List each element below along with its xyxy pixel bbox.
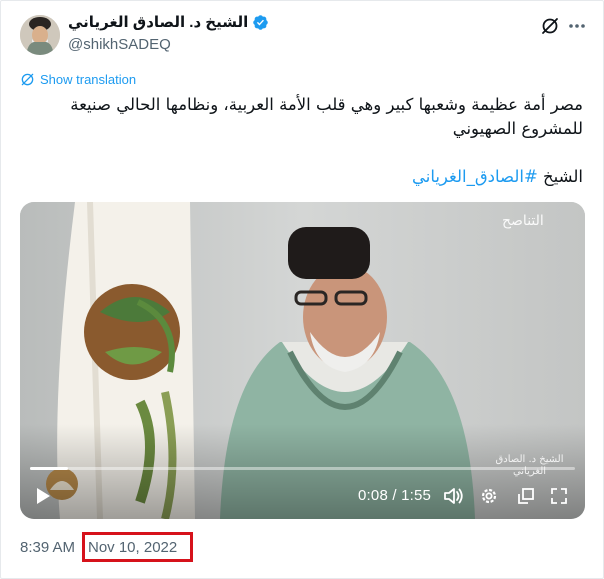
grok-icon bbox=[542, 18, 558, 34]
video-timecode: 0:08 / 1:55 bbox=[358, 487, 432, 504]
tag-prefix: الشيخ bbox=[543, 167, 583, 186]
play-icon bbox=[37, 488, 50, 504]
verified-badge-icon bbox=[253, 14, 269, 30]
tweet-tags-line: الشيخ #الصادق_الغرياني bbox=[21, 165, 583, 189]
settings-button[interactable] bbox=[478, 485, 500, 507]
author-name-row[interactable]: الشيخ د. الصادق الغرياني bbox=[68, 13, 269, 31]
show-translation-label[interactable]: Show translation bbox=[40, 72, 136, 87]
post-time[interactable]: 8:39 AM bbox=[20, 539, 75, 556]
translate-icon bbox=[21, 73, 34, 86]
fullscreen-icon bbox=[551, 488, 567, 504]
gear-icon bbox=[481, 488, 497, 504]
video-progress-fill bbox=[30, 467, 69, 470]
play-button[interactable] bbox=[34, 485, 52, 507]
post-date[interactable]: Nov 10, 2022 bbox=[88, 539, 177, 556]
volume-button[interactable] bbox=[443, 485, 465, 507]
video-caption: الشيخ د. الصادق الغرياني bbox=[495, 454, 564, 477]
tweet-text: مصر أمة عظيمة وشعبها كبير وهي قلب الأمة … bbox=[70, 95, 583, 138]
volume-icon bbox=[444, 488, 463, 504]
more-options-button[interactable] bbox=[566, 15, 588, 37]
pip-icon bbox=[518, 488, 534, 504]
more-dots-icon bbox=[569, 24, 585, 28]
author-display-name[interactable]: الشيخ د. الصادق الغرياني bbox=[68, 13, 248, 31]
video-player[interactable]: التناصح الشيخ د. الصادق الغرياني 0:08 / … bbox=[20, 202, 585, 519]
hashtag-link[interactable]: #الصادق_الغرياني bbox=[412, 167, 538, 186]
avatar[interactable] bbox=[20, 15, 60, 55]
grok-button[interactable] bbox=[539, 15, 561, 37]
tweet-card: الشيخ د. الصادق الغرياني @shikhSADEQ Sho… bbox=[0, 0, 604, 579]
show-translation-link[interactable]: Show translation bbox=[20, 72, 136, 87]
fullscreen-button[interactable] bbox=[548, 485, 570, 507]
video-progress-bar[interactable] bbox=[30, 467, 575, 470]
avatar-image bbox=[20, 15, 60, 55]
channel-watermark: التناصح bbox=[502, 213, 544, 229]
author-handle[interactable]: @shikhSADEQ bbox=[68, 36, 171, 53]
picture-in-picture-button[interactable] bbox=[515, 485, 537, 507]
